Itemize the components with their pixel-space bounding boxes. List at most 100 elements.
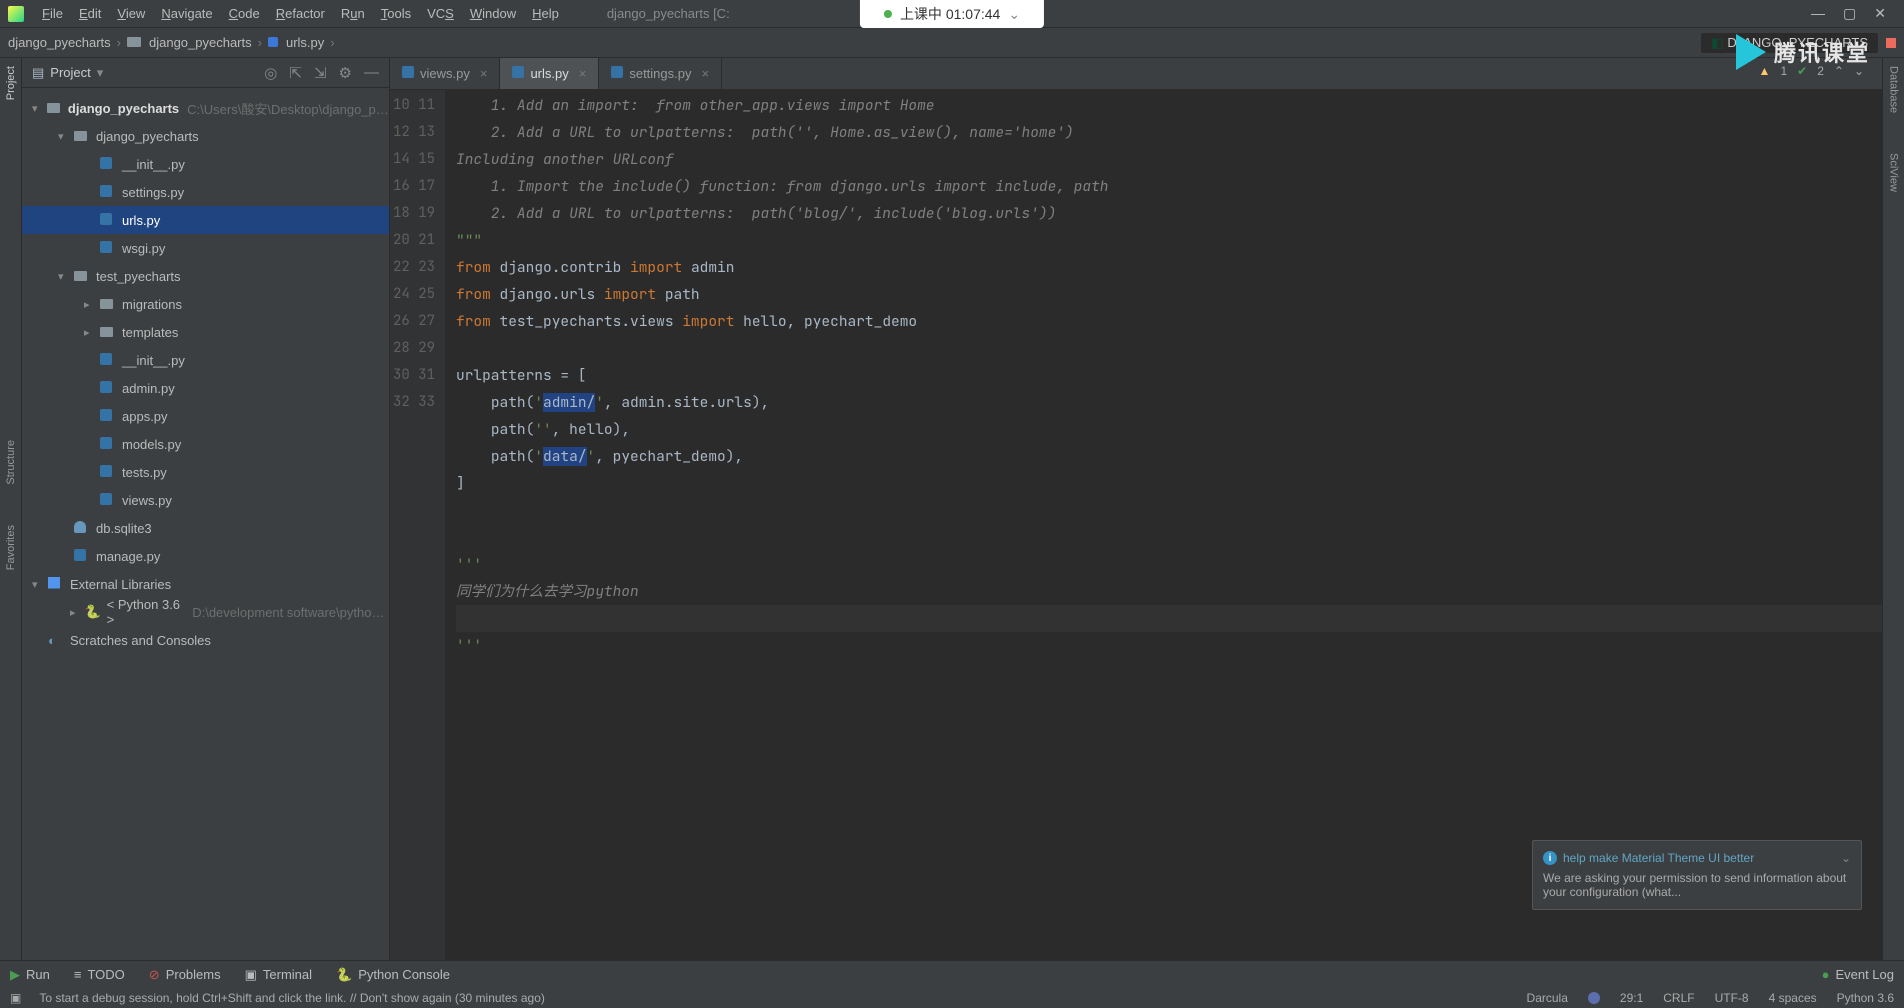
problems-icon: ⊘ bbox=[149, 967, 160, 983]
menu-navigate[interactable]: Navigate bbox=[153, 0, 220, 27]
tool-event-log[interactable]: ●Event Log bbox=[1822, 967, 1894, 982]
dir-icon bbox=[100, 297, 116, 312]
scratches-icon: ◐ bbox=[48, 633, 64, 648]
tool-structure[interactable]: Structure bbox=[5, 440, 17, 485]
tool-project[interactable]: Project bbox=[5, 66, 17, 100]
tab-settings-py[interactable]: settings.py× bbox=[599, 58, 722, 89]
todo-icon: ≡ bbox=[74, 967, 82, 982]
recording-dropdown-icon[interactable]: ⌄ bbox=[1008, 6, 1020, 23]
tool-favorites[interactable]: Favorites bbox=[5, 525, 17, 570]
menu-help[interactable]: Help bbox=[524, 0, 567, 27]
menu-code[interactable]: Code bbox=[221, 0, 268, 27]
tree-item-__init__-py[interactable]: __init__.py bbox=[22, 150, 389, 178]
left-tool-stripe: Project Structure Favorites bbox=[0, 58, 22, 960]
tree-item-templates[interactable]: ▸templates bbox=[22, 318, 389, 346]
django-icon: ◧ bbox=[1711, 35, 1723, 51]
tool-window-toggle-icon[interactable]: ▣ bbox=[10, 991, 21, 1005]
py-icon bbox=[100, 157, 116, 172]
python-file-icon bbox=[611, 66, 623, 81]
expand-all-icon[interactable]: ⇱ bbox=[289, 64, 302, 82]
tab-urls-py[interactable]: urls.py× bbox=[500, 58, 599, 89]
tree-item-apps-py[interactable]: apps.py bbox=[22, 402, 389, 430]
code-editor[interactable]: 1. Add an import: from other_app.views i… bbox=[446, 90, 1882, 960]
tree-root[interactable]: ▾ django_pyecharts C:\Users\酸安\Desktop\d… bbox=[22, 94, 389, 122]
tree-item-migrations[interactable]: ▸migrations bbox=[22, 290, 389, 318]
close-icon[interactable]: × bbox=[702, 66, 710, 81]
tree-item-tests-py[interactable]: tests.py bbox=[22, 458, 389, 486]
tool-database[interactable]: Database bbox=[1888, 66, 1900, 113]
tool-terminal[interactable]: ▣Terminal bbox=[245, 967, 312, 983]
py-icon bbox=[100, 381, 116, 396]
line-number-gutter[interactable]: 10 11 12 13 14 15 16 17 18 19 20 21 22 2… bbox=[390, 90, 446, 960]
library-icon bbox=[48, 577, 64, 592]
pycharm-icon bbox=[8, 6, 24, 22]
menu-refactor[interactable]: Refactor bbox=[268, 0, 333, 27]
py-icon bbox=[100, 213, 116, 228]
py-icon bbox=[100, 353, 116, 368]
collapse-all-icon[interactable]: ⇲ bbox=[314, 64, 327, 82]
window-minimize[interactable]: — bbox=[1811, 5, 1825, 22]
dir-icon bbox=[74, 269, 90, 284]
editor-tabs: views.py×urls.py×settings.py× bbox=[390, 58, 1882, 90]
status-bar: ▣ To start a debug session, hold Ctrl+Sh… bbox=[0, 988, 1904, 1008]
status-line-ending[interactable]: CRLF bbox=[1663, 991, 1694, 1005]
menu-vcs[interactable]: VCS bbox=[419, 0, 462, 27]
tree-item-models-py[interactable]: models.py bbox=[22, 430, 389, 458]
window-restore[interactable]: ▢ bbox=[1843, 5, 1856, 22]
close-icon[interactable]: × bbox=[480, 66, 488, 81]
menu-window[interactable]: Window bbox=[462, 0, 524, 27]
py-icon bbox=[100, 409, 116, 424]
tree-scratches[interactable]: ◐ Scratches and Consoles bbox=[22, 626, 389, 654]
window-title-left: django_pyecharts [C: bbox=[607, 6, 730, 21]
tree-external-libs[interactable]: ▾ External Libraries bbox=[22, 570, 389, 598]
tree-item-settings-py[interactable]: settings.py bbox=[22, 178, 389, 206]
tree-python-sdk[interactable]: ▸🐍 < Python 3.6 > D:\development softwar… bbox=[22, 598, 389, 626]
tree-item-__init__-py[interactable]: __init__.py bbox=[22, 346, 389, 374]
dir-icon bbox=[100, 325, 116, 340]
tree-item-views-py[interactable]: views.py bbox=[22, 486, 389, 514]
status-encoding[interactable]: UTF-8 bbox=[1715, 991, 1749, 1005]
tool-sciview[interactable]: SciView bbox=[1888, 153, 1900, 192]
tree-item-django_pyecharts[interactable]: ▾django_pyecharts bbox=[22, 122, 389, 150]
menu-run[interactable]: Run bbox=[333, 0, 373, 27]
project-tool-window: ▤ Project ▾ ◎ ⇱ ⇲ ⚙ — ▾ django_pyecharts… bbox=[22, 58, 390, 960]
python-console-icon: 🐍 bbox=[336, 967, 352, 983]
status-position[interactable]: 29:1 bbox=[1620, 991, 1643, 1005]
tree-item-urls-py[interactable]: urls.py bbox=[22, 206, 389, 234]
py-icon bbox=[100, 185, 116, 200]
locate-icon[interactable]: ◎ bbox=[264, 64, 277, 82]
tree-item-admin-py[interactable]: admin.py bbox=[22, 374, 389, 402]
tree-item-manage-py[interactable]: manage.py bbox=[22, 542, 389, 570]
close-icon[interactable]: × bbox=[579, 66, 587, 81]
menu-edit[interactable]: Edit bbox=[71, 0, 109, 27]
breadcrumb-1[interactable]: django_pyecharts bbox=[127, 35, 252, 50]
tool-todo[interactable]: ≡TODO bbox=[74, 967, 125, 982]
hide-icon[interactable]: — bbox=[364, 64, 379, 82]
tab-views-py[interactable]: views.py× bbox=[390, 58, 500, 89]
tool-problems[interactable]: ⊘Problems bbox=[149, 967, 221, 983]
settings-icon[interactable]: ⚙ bbox=[339, 64, 352, 82]
status-indent[interactable]: 4 spaces bbox=[1769, 991, 1817, 1005]
notification-balloon[interactable]: i help make Material Theme UI better ⌄ W… bbox=[1532, 840, 1862, 910]
breadcrumb-2[interactable]: urls.py bbox=[268, 35, 324, 50]
editor-area: views.py×urls.py×settings.py× ▲1 ✔2 ⌃ ⌄ … bbox=[390, 58, 1882, 960]
menu-tools[interactable]: Tools bbox=[373, 0, 419, 27]
recording-overlay[interactable]: 上课中 01:07:44 ⌄ bbox=[860, 0, 1044, 28]
notification-expand-icon[interactable]: ⌄ bbox=[1841, 851, 1851, 865]
python-icon: 🐍 bbox=[85, 604, 101, 620]
project-tree[interactable]: ▾ django_pyecharts C:\Users\酸安\Desktop\d… bbox=[22, 88, 389, 960]
status-interpreter[interactable]: Python 3.6 bbox=[1837, 991, 1894, 1005]
window-close[interactable]: ✕ bbox=[1874, 5, 1886, 22]
tree-item-wsgi-py[interactable]: wsgi.py bbox=[22, 234, 389, 262]
breadcrumb-0[interactable]: django_pyecharts bbox=[8, 35, 111, 50]
menu-file[interactable]: File bbox=[34, 0, 71, 27]
tree-item-test_pyecharts[interactable]: ▾test_pyecharts bbox=[22, 262, 389, 290]
py-icon bbox=[100, 437, 116, 452]
tree-item-db-sqlite3[interactable]: db.sqlite3 bbox=[22, 514, 389, 542]
project-view-dropdown[interactable]: ▾ bbox=[97, 65, 104, 81]
tool-python-console[interactable]: 🐍Python Console bbox=[336, 967, 450, 983]
play-icon bbox=[1736, 34, 1766, 70]
menu-view[interactable]: View bbox=[109, 0, 153, 27]
tool-run[interactable]: ▶Run bbox=[10, 967, 50, 983]
status-theme[interactable]: Darcula bbox=[1527, 991, 1568, 1005]
